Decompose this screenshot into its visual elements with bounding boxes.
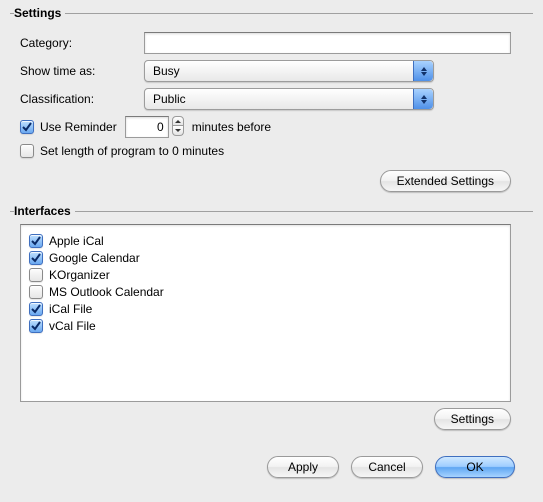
extended-settings-button[interactable]: Extended Settings [380,170,511,192]
interface-item-checkbox[interactable]: KOrganizer [29,268,502,282]
set-length-checkbox[interactable]: Set length of program to 0 minutes [20,144,224,158]
cancel-button[interactable]: Cancel [351,456,423,478]
apply-button[interactable]: Apply [267,456,339,478]
settings-group: Settings Category: Show time as: Busy Cl… [10,6,533,196]
interface-item-label: vCal File [49,319,96,333]
show-time-select[interactable]: Busy [144,60,434,82]
use-reminder-checkbox[interactable]: Use Reminder [20,120,117,134]
interfaces-legend: Interfaces [14,204,75,218]
interface-item-checkbox[interactable]: MS Outlook Calendar [29,285,502,299]
show-time-label: Show time as: [14,64,144,78]
reminder-minutes-stepper[interactable] [125,116,184,138]
stepper-up-icon[interactable] [172,116,184,126]
updown-arrows-icon [413,61,433,81]
classification-value: Public [145,92,413,106]
category-label: Category: [14,36,144,50]
interface-item-checkbox[interactable]: vCal File [29,319,502,333]
interface-item-label: KOrganizer [49,268,110,282]
interface-item-checkbox[interactable]: Apple iCal [29,234,502,248]
interfaces-settings-button[interactable]: Settings [434,408,511,430]
show-time-value: Busy [145,64,413,78]
interfaces-list: Apple iCal Google Calendar KOrganizer MS Ou… [20,224,511,402]
interface-item-checkbox[interactable]: Google Calendar [29,251,502,265]
classification-select[interactable]: Public [144,88,434,110]
interface-item-label: MS Outlook Calendar [49,285,164,299]
settings-legend: Settings [14,6,65,20]
interface-item-label: Google Calendar [49,251,140,265]
classification-label: Classification: [14,92,144,106]
use-reminder-label: Use Reminder [40,120,117,134]
updown-arrows-icon [413,89,433,109]
stepper-down-icon[interactable] [172,126,184,136]
reminder-minutes-input[interactable] [125,116,169,138]
ok-button[interactable]: OK [435,456,515,478]
interface-item-label: iCal File [49,302,92,316]
reminder-suffix-label: minutes before [192,120,271,134]
interfaces-group: Interfaces Apple iCal Google Calendar KOrg… [10,204,533,434]
interface-item-checkbox[interactable]: iCal File [29,302,502,316]
set-length-label: Set length of program to 0 minutes [40,144,224,158]
interface-item-label: Apple iCal [49,234,104,248]
dialog-button-bar: Apply Cancel OK [10,442,533,478]
category-input[interactable] [144,32,511,54]
